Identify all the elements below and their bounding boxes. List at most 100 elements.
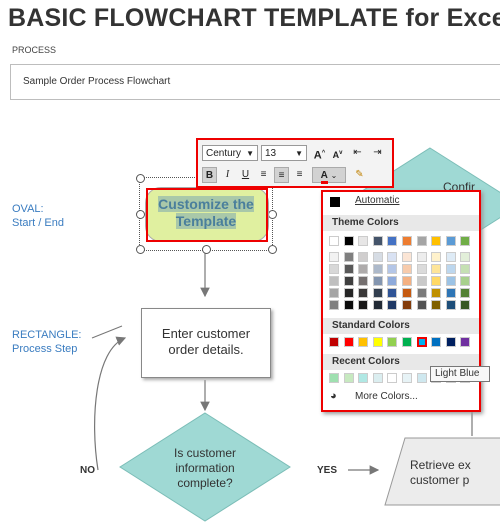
standard-color-swatch[interactable] xyxy=(387,337,398,347)
theme-shade-swatch[interactable] xyxy=(416,252,427,262)
theme-shade-swatch[interactable] xyxy=(431,300,442,310)
font-name-dropdown[interactable]: Century ▼ xyxy=(202,145,258,161)
theme-shade-swatch[interactable] xyxy=(387,252,398,262)
resize-handle-left[interactable] xyxy=(136,210,145,219)
more-colors-option[interactable]: ◕ More Colors... xyxy=(328,390,474,404)
align-left-button[interactable]: ≡ xyxy=(256,167,271,183)
recent-color-swatch[interactable] xyxy=(372,373,383,383)
font-color-button[interactable]: A ⌄ xyxy=(312,167,346,184)
resize-handle-bottom-right[interactable] xyxy=(268,245,277,254)
resize-handle-bottom-left[interactable] xyxy=(136,245,145,254)
theme-shade-swatch[interactable] xyxy=(445,276,456,286)
theme-shade-swatch[interactable] xyxy=(402,300,412,310)
theme-shade-swatch[interactable] xyxy=(445,264,456,274)
recent-color-swatch[interactable] xyxy=(358,373,369,383)
theme-shade-swatch[interactable] xyxy=(445,288,456,298)
theme-shade-swatch[interactable] xyxy=(372,252,383,262)
theme-shade-swatch[interactable] xyxy=(372,288,383,298)
theme-color-swatch[interactable] xyxy=(329,236,339,246)
theme-shade-swatch[interactable] xyxy=(387,288,398,298)
theme-color-swatch[interactable] xyxy=(343,236,354,246)
theme-shade-swatch[interactable] xyxy=(372,276,383,286)
italic-button[interactable]: I xyxy=(220,167,235,183)
font-size-dropdown[interactable]: 13 ▼ xyxy=(261,145,307,161)
theme-shade-swatch[interactable] xyxy=(358,264,369,274)
bold-button[interactable]: B xyxy=(202,167,217,183)
recent-color-swatch[interactable] xyxy=(387,373,398,383)
theme-shade-swatch[interactable] xyxy=(387,276,398,286)
decrease-indent-button[interactable]: ⇤ xyxy=(350,145,365,161)
resize-handle-bottom[interactable] xyxy=(202,245,211,254)
underline-button[interactable]: U xyxy=(238,167,253,183)
theme-shade-swatch[interactable] xyxy=(358,300,369,310)
standard-color-swatch[interactable] xyxy=(343,337,354,347)
align-center-button[interactable]: ≡ xyxy=(274,167,289,183)
theme-shade-swatch[interactable] xyxy=(329,300,339,310)
theme-shade-swatch[interactable] xyxy=(416,276,427,286)
grow-font-button[interactable]: A^ xyxy=(312,145,327,162)
recent-color-swatch[interactable] xyxy=(402,373,412,383)
theme-shade-swatch[interactable] xyxy=(402,264,412,274)
theme-shade-swatch[interactable] xyxy=(416,300,427,310)
automatic-color-option[interactable]: Automatic xyxy=(328,195,474,208)
theme-color-swatch[interactable] xyxy=(387,236,398,246)
shrink-font-button[interactable]: Av xyxy=(330,145,345,161)
theme-color-swatch[interactable] xyxy=(445,236,456,246)
theme-shade-swatch[interactable] xyxy=(445,300,456,310)
format-painter-button[interactable]: ✎ xyxy=(352,167,367,183)
theme-shade-swatch[interactable] xyxy=(460,252,471,262)
theme-color-swatch[interactable] xyxy=(416,236,427,246)
theme-shade-swatch[interactable] xyxy=(343,288,354,298)
theme-shade-swatch[interactable] xyxy=(329,276,339,286)
theme-shade-swatch[interactable] xyxy=(402,288,412,298)
theme-color-swatch[interactable] xyxy=(402,236,412,246)
theme-shade-swatch[interactable] xyxy=(329,252,339,262)
standard-color-swatch[interactable] xyxy=(431,337,442,347)
theme-shade-swatch[interactable] xyxy=(358,276,369,286)
theme-shade-swatch[interactable] xyxy=(358,252,369,262)
theme-shade-swatch[interactable] xyxy=(416,264,427,274)
theme-color-swatch[interactable] xyxy=(372,236,383,246)
theme-shade-swatch[interactable] xyxy=(460,300,471,310)
theme-shade-swatch[interactable] xyxy=(460,264,471,274)
standard-color-swatch[interactable] xyxy=(460,337,471,347)
theme-shade-swatch[interactable] xyxy=(343,252,354,262)
standard-color-swatch[interactable] xyxy=(372,337,383,347)
theme-shade-swatch[interactable] xyxy=(416,288,427,298)
standard-color-swatch[interactable] xyxy=(402,337,412,347)
theme-shade-swatch[interactable] xyxy=(329,288,339,298)
recent-color-swatch[interactable] xyxy=(343,373,354,383)
recent-color-swatch[interactable] xyxy=(416,373,427,383)
theme-shade-swatch[interactable] xyxy=(343,276,354,286)
theme-shade-swatch[interactable] xyxy=(372,264,383,274)
standard-color-swatch[interactable] xyxy=(329,337,339,347)
theme-shade-swatch[interactable] xyxy=(402,252,412,262)
theme-shade-swatch[interactable] xyxy=(402,276,412,286)
process-step-rectangle[interactable]: Enter customer order details. xyxy=(141,308,271,378)
theme-color-swatch[interactable] xyxy=(460,236,471,246)
theme-shade-swatch[interactable] xyxy=(431,252,442,262)
theme-color-swatch[interactable] xyxy=(431,236,442,246)
theme-shade-swatch[interactable] xyxy=(431,276,442,286)
theme-shade-swatch[interactable] xyxy=(358,288,369,298)
standard-color-swatch[interactable] xyxy=(445,337,456,347)
standard-color-swatch[interactable] xyxy=(358,337,369,347)
increase-indent-button[interactable]: ⇥ xyxy=(370,145,385,161)
align-right-button[interactable]: ≡ xyxy=(292,167,307,183)
theme-shade-swatch[interactable] xyxy=(460,276,471,286)
recent-color-swatch[interactable] xyxy=(329,373,339,383)
theme-shade-swatch[interactable] xyxy=(460,288,471,298)
resize-handle-right[interactable] xyxy=(268,210,277,219)
theme-color-swatch[interactable] xyxy=(358,236,369,246)
theme-shade-swatch[interactable] xyxy=(343,264,354,274)
resize-handle-top-left[interactable] xyxy=(136,174,145,183)
theme-shade-swatch[interactable] xyxy=(343,300,354,310)
theme-shade-swatch[interactable] xyxy=(329,264,339,274)
theme-shade-swatch[interactable] xyxy=(445,252,456,262)
theme-shade-swatch[interactable] xyxy=(387,264,398,274)
theme-shade-swatch[interactable] xyxy=(387,300,398,310)
theme-shade-swatch[interactable] xyxy=(372,300,383,310)
standard-color-swatch[interactable] xyxy=(416,337,427,347)
theme-shade-swatch[interactable] xyxy=(431,264,442,274)
theme-shade-swatch[interactable] xyxy=(431,288,442,298)
